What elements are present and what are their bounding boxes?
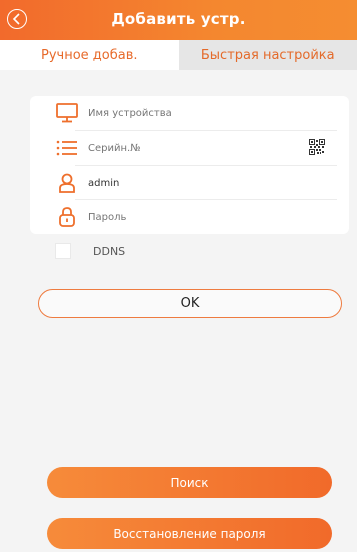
device-name-row	[30, 96, 349, 130]
ddns-checkbox[interactable]	[55, 243, 71, 259]
ddns-label: DDNS	[93, 244, 126, 258]
user-icon	[50, 173, 84, 193]
ddns-option: DDNS	[55, 243, 125, 259]
password-input[interactable]	[88, 205, 349, 229]
search-button[interactable]: Поиск	[47, 467, 332, 498]
app-header: Добавить устр.	[0, 0, 357, 40]
tab-manual-add[interactable]: Ручное добав.	[0, 40, 179, 70]
serial-row	[30, 131, 349, 165]
ok-button[interactable]: OK	[38, 289, 342, 318]
username-row	[30, 166, 349, 200]
list-icon	[50, 140, 84, 156]
tab-bar: Ручное добав. Быстрая настройка	[0, 40, 357, 70]
tab-quick-setup[interactable]: Быстрая настройка	[178, 40, 357, 70]
monitor-icon	[50, 103, 84, 123]
restore-password-button[interactable]: Восстановление пароля	[47, 518, 332, 549]
lock-icon	[50, 207, 84, 227]
password-row	[30, 200, 349, 234]
qr-code-icon[interactable]	[309, 139, 325, 159]
device-name-input[interactable]	[88, 101, 349, 125]
device-form	[30, 96, 349, 234]
username-input[interactable]	[88, 171, 349, 195]
page-title: Добавить устр.	[111, 10, 246, 28]
